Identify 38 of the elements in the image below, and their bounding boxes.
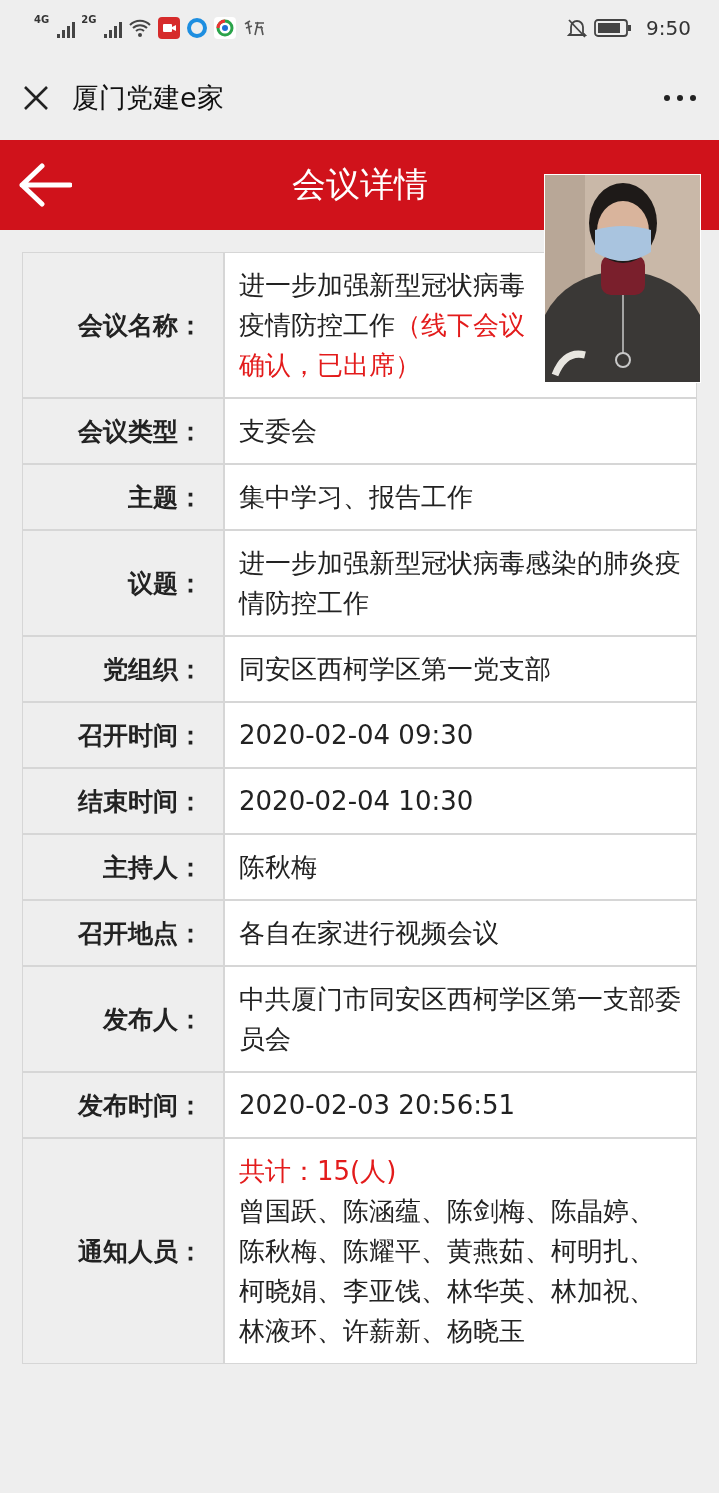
- field-label: 主持人：: [23, 835, 223, 899]
- field-value: 中共厦门市同安区西柯学区第一支部委员会: [239, 983, 682, 1056]
- app-icon: [186, 16, 209, 39]
- network-type: 2G: [81, 14, 97, 25]
- field-label: 发布人：: [23, 967, 223, 1071]
- close-icon[interactable]: [22, 83, 50, 112]
- field-value: 支委会: [239, 415, 318, 448]
- page-title: 会议详情: [290, 163, 429, 206]
- field-label: 议题：: [23, 531, 223, 635]
- field-value: 同安区西柯学区第一党支部: [239, 653, 552, 686]
- field-label: 结束时间：: [23, 769, 223, 833]
- field-value: 各自在家进行视频会议: [239, 917, 500, 950]
- video-app-icon: [158, 16, 181, 39]
- field-label: 党组织：: [23, 637, 223, 701]
- field-value: 2020-02-03 20:56:51: [239, 1089, 517, 1122]
- field-value: 进一步加强新型冠状病毒感染的肺炎疫情防控工作: [239, 547, 682, 620]
- field-value: 曾国跃、陈涵蕴、陈剑梅、陈晶婷、陈秋梅、陈耀平、黄燕茹、柯明扎、柯晓娟、李亚饯、林华英、林加祝、林液环、许薪新、杨晓玉: [239, 1195, 656, 1348]
- field-label: 会议名称：: [23, 253, 223, 397]
- field-label: 发布时间：: [23, 1073, 223, 1137]
- field-value: 集中学习、报告工作: [239, 481, 474, 514]
- network-type: 4G: [34, 14, 50, 25]
- field-value: 2020-02-04 10:30: [239, 785, 475, 818]
- field-value: 2020-02-04 09:30: [239, 719, 475, 752]
- field-label: 会议类型：: [23, 399, 223, 463]
- field-label: 通知人员：: [23, 1139, 223, 1363]
- field-label: 召开地点：: [23, 901, 223, 965]
- more-icon[interactable]: [663, 93, 697, 102]
- attendee-count: 共计：15(人): [239, 1155, 398, 1188]
- field-value: 进一步加强新型冠状病毒疫情防控工作（线下会议确认，已出席）: [239, 269, 526, 382]
- clock-time: 9:50: [646, 15, 691, 40]
- app-icon: [214, 16, 237, 39]
- wifi-icon: [128, 17, 153, 38]
- field-value: 陈秋梅: [239, 851, 318, 884]
- back-arrow-icon: [18, 162, 72, 208]
- field-label: 召开时间：: [23, 703, 223, 767]
- battery-icon: [594, 17, 633, 38]
- app-title: 厦门党建e家: [72, 80, 224, 115]
- field-label: 主题：: [23, 465, 223, 529]
